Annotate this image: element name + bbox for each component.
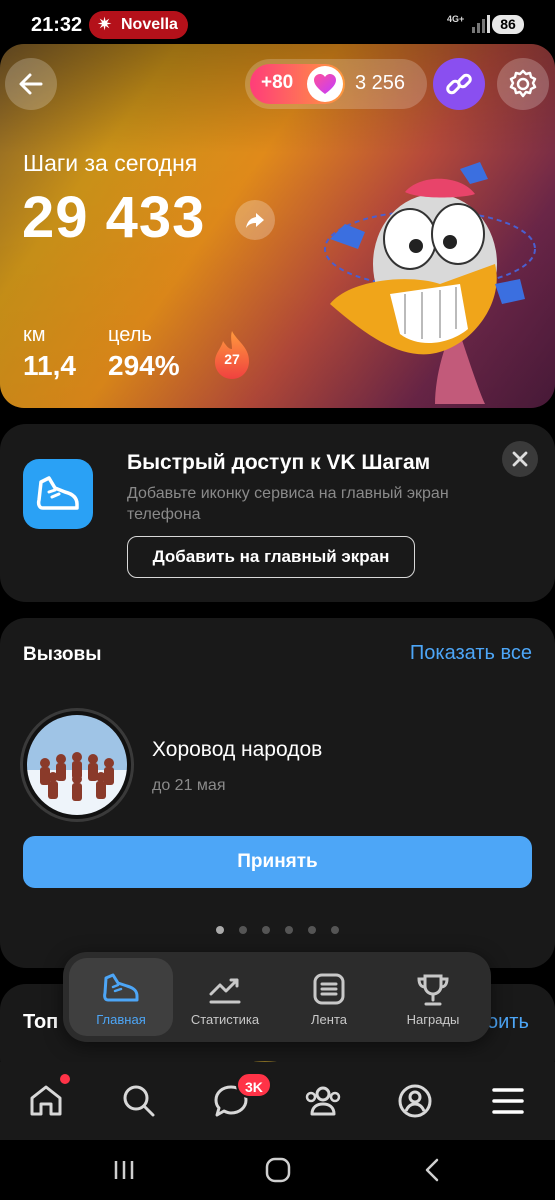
- chevron-left-icon: [425, 1158, 439, 1182]
- signal-icon: [472, 15, 490, 33]
- heart-icon: [307, 66, 343, 102]
- home-circle-icon: [265, 1157, 291, 1183]
- streak-days: 27: [224, 351, 240, 367]
- system-navigation: [0, 1140, 555, 1200]
- menu-icon: [492, 1088, 524, 1114]
- recent-apps-button[interactable]: [104, 1150, 144, 1190]
- service-tab-bar: Главная Статистика Лента Награды: [63, 952, 491, 1042]
- notification-dot: [60, 1074, 70, 1084]
- home-icon: [30, 1085, 62, 1116]
- show-all-link[interactable]: Показать все: [410, 642, 532, 665]
- steps-label: Шаги за сегодня: [23, 150, 198, 176]
- tab-label: Статистика: [190, 1012, 260, 1027]
- chart-icon: [209, 978, 241, 1004]
- pager-dot[interactable]: [285, 926, 293, 934]
- pager-dot[interactable]: [308, 926, 316, 934]
- vk-steps-app-icon: [23, 459, 93, 529]
- tab-awards[interactable]: Награды: [381, 958, 485, 1036]
- sneaker-icon: [103, 973, 139, 1002]
- sneaker-icon: [36, 476, 79, 510]
- search-icon: [123, 1085, 155, 1117]
- sparkle-icon: ✷: [97, 14, 113, 34]
- link-icon: [446, 73, 472, 95]
- connect-button[interactable]: [433, 58, 485, 110]
- pager-dot[interactable]: [262, 926, 270, 934]
- add-to-home-button[interactable]: Добавить на главный экран: [127, 536, 415, 578]
- tab-label: Награды: [406, 1012, 460, 1027]
- quick-access-title: Быстрый доступ к VK Шагам: [127, 451, 431, 474]
- goal-label: цель: [108, 324, 152, 346]
- top-action-link[interactable]: оить: [487, 1011, 529, 1034]
- coins-pill[interactable]: +80 3 256: [245, 59, 427, 109]
- tab-feed[interactable]: Лента: [277, 958, 381, 1036]
- friends-icon: [305, 1086, 341, 1116]
- home-system-button[interactable]: [258, 1150, 298, 1190]
- challenge-image[interactable]: [23, 711, 131, 819]
- tab-label: Главная: [96, 1012, 146, 1027]
- nav-menu[interactable]: [483, 1076, 533, 1126]
- pager-dot[interactable]: [331, 926, 339, 934]
- steps-hero: +80 3 256 Шаги за сегодня 29 433 км 11,4…: [0, 44, 555, 408]
- battery-indicator: 86: [492, 15, 524, 34]
- close-icon: [512, 451, 528, 467]
- goal-value: 294%: [108, 350, 180, 381]
- profile-icon: [398, 1084, 432, 1118]
- pager-dot[interactable]: [216, 926, 224, 934]
- settings-button[interactable]: [497, 58, 549, 110]
- top-title: Топ: [23, 1011, 59, 1033]
- quick-access-card: Быстрый доступ к VK Шагам Добавьте иконк…: [0, 424, 555, 602]
- round-dance-image: [27, 715, 127, 815]
- status-time: 21:32: [31, 14, 83, 36]
- km-value: 11,4: [23, 350, 76, 381]
- messages-badge: 3K: [236, 1072, 272, 1098]
- km-label: км: [23, 324, 46, 346]
- share-button[interactable]: [235, 200, 275, 240]
- coins-bonus-pill: +80: [250, 64, 345, 104]
- status-bar: 21:32 ✷ Novella 4G+ 86: [0, 0, 555, 48]
- nav-friends[interactable]: [298, 1076, 348, 1126]
- notification-label: Novella: [121, 16, 178, 33]
- challenges-title: Вызовы: [23, 644, 102, 665]
- coins-total: 3 256: [355, 72, 406, 94]
- steps-value: 29 433: [22, 185, 206, 250]
- tab-home[interactable]: Главная: [69, 958, 173, 1036]
- nav-search[interactable]: [114, 1076, 164, 1126]
- gear-icon: [509, 69, 537, 98]
- bottom-navigation: 3K: [0, 1062, 555, 1140]
- tab-statistics[interactable]: Статистика: [173, 958, 277, 1036]
- pager-dot[interactable]: [239, 926, 247, 934]
- arrow-left-icon: [19, 73, 43, 95]
- recent-apps-icon: [114, 1161, 134, 1179]
- coins-bonus: +80: [261, 72, 294, 93]
- streak-badge[interactable]: 27: [211, 329, 253, 381]
- challenge-deadline: до 21 мая: [152, 777, 226, 794]
- nav-profile[interactable]: [390, 1076, 440, 1126]
- trophy-icon: [417, 974, 449, 1006]
- challenge-name[interactable]: Хоровод народов: [152, 738, 322, 762]
- feed-icon: [313, 973, 345, 1005]
- challenges-card: Вызовы Показать все Хоровод народов до 2…: [0, 618, 555, 968]
- close-button[interactable]: [502, 441, 538, 477]
- share-icon: [246, 213, 264, 228]
- carousel-pager: [0, 926, 555, 936]
- tab-label: Лента: [311, 1012, 347, 1027]
- back-system-button[interactable]: [413, 1150, 453, 1190]
- network-label: 4G+: [447, 14, 465, 24]
- accept-challenge-button[interactable]: Принять: [23, 836, 532, 888]
- duck-mascot-illustration: [324, 162, 536, 404]
- notification-pill[interactable]: ✷ Novella: [89, 11, 188, 39]
- quick-access-description: Добавьте иконку сервиса на главный экран…: [127, 485, 449, 523]
- back-button[interactable]: [5, 58, 57, 110]
